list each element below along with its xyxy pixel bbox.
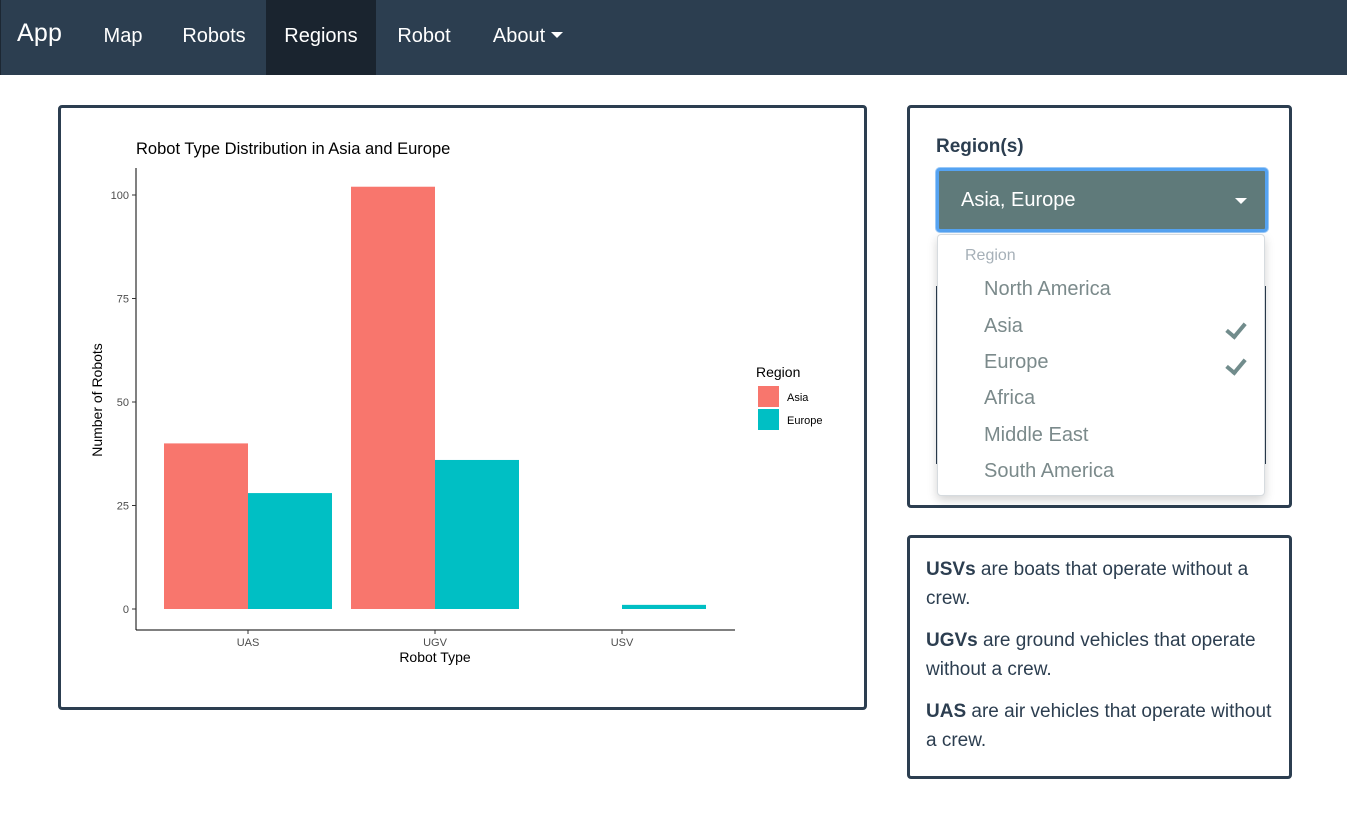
info-ugv: UGVs are ground vehicles that operate wi… (926, 630, 1256, 680)
dropdown-group-header: Region (965, 247, 1016, 264)
nav-item-map[interactable]: Map (87, 0, 159, 75)
navbar-brand[interactable]: App (17, 19, 62, 48)
x-tick-label: UAS (237, 637, 260, 649)
chart-panel: Robot Type Distribution in Asia and Euro… (58, 105, 867, 710)
x-axis-label: Robot Type (399, 649, 471, 665)
bars (164, 186, 706, 609)
chevron-down-icon (1235, 198, 1247, 204)
legend-label-asia: Asia (787, 392, 809, 404)
region-select-label: Region(s) (936, 136, 1024, 157)
x-tick-label: USV (611, 637, 634, 649)
y-tick-label: 25 (117, 501, 129, 513)
y-tick-label: 100 (111, 190, 129, 202)
legend-label-europe: Europe (787, 415, 822, 427)
nav-item-about[interactable]: About (473, 0, 583, 75)
dropdown-option-north-america[interactable]: North America (938, 272, 1264, 306)
checkmark-icon (1225, 353, 1247, 376)
nav-item-robots[interactable]: Robots (163, 0, 265, 75)
bar-asia-ugv (351, 186, 435, 609)
dropdown-option-middle-east[interactable]: Middle East (938, 418, 1264, 452)
legend-key-asia (758, 386, 779, 407)
bar-europe-uas (248, 493, 332, 609)
legend-title: Region (756, 364, 800, 380)
region-select[interactable]: Asia, Europe (936, 168, 1268, 232)
hidden-control-edge (1265, 286, 1266, 464)
bar-asia-uas (164, 443, 248, 609)
bar-chart: Robot Type Distribution in Asia and Euro… (89, 140, 822, 665)
region-select-value: Asia, Europe (961, 189, 1076, 211)
x-axis: UAS UGV USV (136, 629, 735, 649)
bar-europe-ugv (435, 459, 519, 609)
info-panel: USVs are boats that operate without a cr… (907, 535, 1292, 779)
y-tick-label: 75 (117, 294, 129, 306)
y-tick-label: 50 (117, 397, 129, 409)
y-axis-label: Number of Robots (89, 343, 105, 457)
info-usv: USVs are boats that operate without a cr… (926, 559, 1249, 609)
chart-title: Robot Type Distribution in Asia and Euro… (136, 140, 450, 158)
navbar: App Map Robots Regions Robot About (0, 0, 1347, 75)
nav-item-regions[interactable]: Regions (266, 0, 376, 75)
legend-key-europe (758, 409, 779, 430)
chevron-down-icon (551, 31, 564, 38)
dropdown-option-asia[interactable]: Asia (938, 309, 1264, 343)
dropdown-option-europe[interactable]: Europe (938, 345, 1264, 379)
dropdown-option-south-america[interactable]: South America (938, 454, 1264, 488)
nav-item-robot[interactable]: Robot (379, 0, 469, 75)
bar-europe-usv (622, 604, 706, 609)
y-tick-label: 0 (123, 604, 129, 616)
y-axis: 0 25 50 75 100 (111, 168, 137, 630)
region-dropdown-menu: Region North America Asia Europe Africa … (937, 234, 1265, 496)
dropdown-option-africa[interactable]: Africa (938, 381, 1264, 415)
info-uas: UAS are air vehicles that operate withou… (926, 701, 1272, 751)
x-tick-label: UGV (423, 637, 448, 649)
checkmark-icon (1225, 317, 1247, 340)
chart-legend: Region Asia Europe (756, 364, 822, 430)
